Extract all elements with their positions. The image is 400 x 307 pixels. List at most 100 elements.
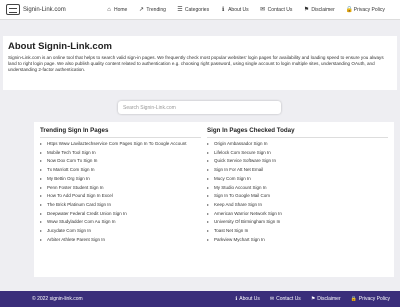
- list-item[interactable]: ▸ Arbiter Athlete Parent Sign In: [40, 237, 221, 242]
- list-item-label: American Warrior Network Sign In: [214, 210, 282, 216]
- footer-link-privacy[interactable]: 🔒 Privacy Policy: [351, 296, 390, 302]
- list-item[interactable]: ▸ Sign In To Google Mail Com: [207, 193, 388, 198]
- list-item-label: Www Studyladder Com Au Sign In: [47, 219, 116, 225]
- link-bullet-icon: ▸: [207, 236, 210, 242]
- search-input[interactable]: Search Signin-Link.com: [118, 101, 281, 114]
- list-item[interactable]: ▸ Now Dox Com Tx Sign In: [40, 158, 221, 163]
- list-item-label: Mobile Tech Tool Sign In: [47, 149, 96, 155]
- link-bullet-icon: ▸: [40, 158, 43, 164]
- info-icon: ℹ: [221, 6, 225, 13]
- link-bullet-icon: ▸: [40, 201, 43, 207]
- list-item-label: Quick Service Software Sign In: [214, 158, 277, 164]
- nav-label: Trending: [146, 6, 166, 13]
- list-item-label: Sign In To Google Mail Com: [214, 193, 270, 199]
- nav-item-contact[interactable]: ✉ Contact Us: [260, 6, 293, 13]
- nav-label: Home: [114, 6, 128, 13]
- list-item[interactable]: ▸ Origin Ambassador Sign In: [207, 141, 388, 146]
- disclaimer-icon: ⚑: [303, 6, 310, 13]
- footer-link-label: About Us: [239, 296, 260, 302]
- list-item[interactable]: ▸ The Brick Platinum Card Sign In: [40, 202, 221, 207]
- link-bullet-icon: ▸: [40, 210, 43, 216]
- contact-icon: ✉: [269, 296, 275, 302]
- footer-link-about[interactable]: ℹ About Us: [235, 296, 259, 302]
- link-bullet-icon: ▸: [40, 141, 43, 146]
- list-item-label: My Bettin Org Sign In: [47, 175, 90, 181]
- about-section: About Signin-Link.com Signin-Link.com is…: [3, 36, 397, 90]
- footer-link-label: Contact Us: [276, 296, 301, 302]
- trending-panel: Trending Sign In Pages ▸ Https Www Lavila…: [34, 122, 227, 277]
- list-item[interactable]: ▸ My Bettin Org Sign In: [40, 176, 221, 181]
- link-bullet-icon: ▸: [207, 228, 210, 234]
- link-bullet-icon: ▸: [207, 175, 210, 181]
- list-item[interactable]: ▸ Https Www Lavilaztechservice Com Pages …: [40, 141, 221, 146]
- list-item[interactable]: ▸ Toast Net Sign In: [207, 228, 388, 233]
- footer-link-disclaimer[interactable]: ⚑ Disclaimer: [311, 296, 341, 302]
- nav-item-privacy[interactable]: 🔒 Privacy Policy: [346, 7, 385, 13]
- footer-link-label: Privacy Policy: [358, 296, 390, 302]
- link-bullet-icon: ▸: [207, 201, 210, 207]
- nav-label: Privacy Policy: [353, 6, 385, 13]
- brand-name: Signin-Link.com: [23, 6, 66, 13]
- nav-item-disclaimer[interactable]: ⚑ Disclaimer: [303, 6, 335, 13]
- laptop-icon: [6, 4, 20, 15]
- checked-panel: Sign In Pages Checked Today ▸ Origin Amba…: [201, 122, 394, 277]
- categories-icon: ☰: [177, 6, 183, 13]
- checked-title: Sign In Pages Checked Today: [207, 127, 388, 138]
- link-bullet-icon: ▸: [207, 149, 210, 155]
- nav-item-home[interactable]: ⌂ Home: [106, 7, 127, 13]
- copyright-text: © 2022 signin-link.com: [32, 296, 83, 302]
- nav-label: Categories: [184, 6, 210, 13]
- link-bullet-icon: ▸: [207, 219, 210, 225]
- about-text: Signin-Link.com is an online tool that h…: [8, 55, 384, 72]
- list-item[interactable]: ▸ Deepwater Federal Credit Union Sign In: [40, 211, 221, 216]
- footer: © 2022 signin-link.com ℹ About Us ✉ Cont…: [0, 291, 400, 307]
- list-item[interactable]: ▸ Keep And Share Sign In: [207, 202, 388, 207]
- home-icon: ⌂: [107, 6, 111, 13]
- list-item[interactable]: ▸ Quick Service Software Sign In: [207, 158, 388, 163]
- link-bullet-icon: ▸: [207, 158, 210, 164]
- nav-item-about[interactable]: ℹ About Us: [220, 7, 249, 13]
- footer-link-contact[interactable]: ✉ Contact Us: [270, 296, 301, 302]
- list-item[interactable]: ▸ Lifelock Com Secure Sign In: [207, 150, 388, 155]
- list-item[interactable]: ▸ American Warrior Network Sign In: [207, 211, 388, 216]
- nav-links: ⌂ Home ↗ Trending ☰ Categories ℹ About U…: [86, 7, 396, 13]
- link-bullet-icon: ▸: [207, 167, 210, 173]
- list-item[interactable]: ▸ Sign In For Att Net Email: [207, 167, 388, 172]
- list-item[interactable]: ▸ Www Studyladder Com Au Sign In: [40, 219, 221, 224]
- link-bullet-icon: ▸: [207, 141, 210, 146]
- list-item-label: Origin Ambassador Sign In: [214, 141, 268, 146]
- list-item[interactable]: ▸ Jucydate Com Sign In: [40, 228, 221, 233]
- list-item[interactable]: ▸ Mobile Tech Tool Sign In: [40, 150, 221, 155]
- footer-link-label: Disclaimer: [317, 296, 341, 302]
- link-bullet-icon: ▸: [40, 167, 43, 173]
- footer-links: ℹ About Us ✉ Contact Us ⚑ Disclaimer 🔒 P…: [235, 296, 400, 302]
- list-item-label: Lifelock Com Secure Sign In: [214, 149, 271, 155]
- brand-link[interactable]: Signin-Link.com: [6, 4, 86, 15]
- list-item-label: Https Www Lavilaztechservice Com Pages S…: [47, 141, 187, 146]
- list-item[interactable]: ▸ How To Add Pound Sign In Excel: [40, 193, 221, 198]
- list-item[interactable]: ▸ Penn Foster Student Sign In: [40, 185, 221, 190]
- link-bullet-icon: ▸: [207, 184, 210, 190]
- info-icon: ℹ: [235, 296, 238, 302]
- list-item[interactable]: ▸ Parkview Mychart Sign In: [207, 237, 388, 242]
- top-navbar: Signin-Link.com ⌂ Home ↗ Trending ☰ Cate…: [0, 0, 400, 20]
- trending-title: Trending Sign In Pages: [40, 127, 221, 138]
- link-bullet-icon: ▸: [40, 228, 43, 234]
- nav-item-trending[interactable]: ↗ Trending: [138, 7, 166, 13]
- contact-icon: ✉: [260, 6, 266, 13]
- list-item[interactable]: ▸ Mucy Com Sign In: [207, 176, 388, 181]
- nav-label: About Us: [228, 6, 249, 13]
- about-title: About Signin-Link.com: [8, 41, 112, 52]
- link-bullet-icon: ▸: [40, 236, 43, 242]
- list-item[interactable]: ▸ University Of Birmingham Sign In: [207, 219, 388, 224]
- list-item-label: Parkview Mychart Sign In: [214, 236, 265, 242]
- link-bullet-icon: ▸: [207, 193, 210, 199]
- nav-label: Disclaimer: [311, 6, 335, 13]
- list-item-label: The Brick Platinum Card Sign In: [47, 201, 112, 207]
- nav-label: Contact Us: [267, 6, 293, 13]
- list-item-label: Mucy Com Sign In: [214, 175, 251, 181]
- list-item[interactable]: ▸ My Studio Account Sign In: [207, 185, 388, 190]
- list-item[interactable]: ▸ Tx Marriott Com Sign In: [40, 167, 221, 172]
- link-bullet-icon: ▸: [40, 193, 43, 199]
- nav-item-categories[interactable]: ☰ Categories: [177, 7, 209, 13]
